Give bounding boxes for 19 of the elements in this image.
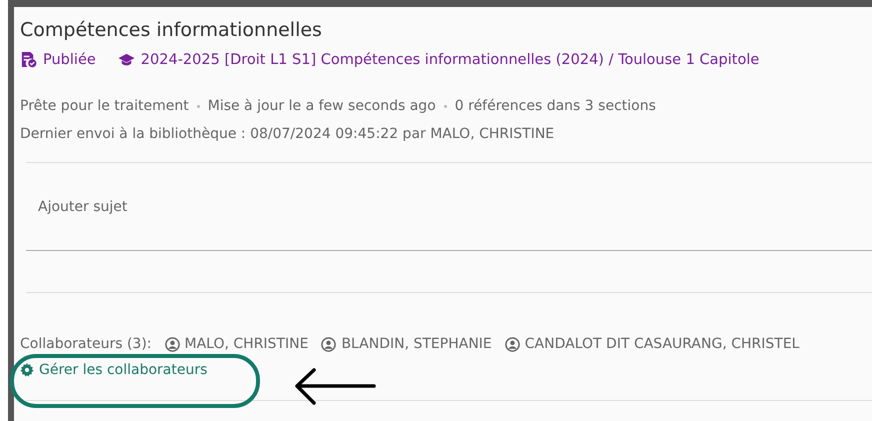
- meta-text: Prête pour le traitement: [20, 98, 189, 114]
- status-label: Publiée: [43, 52, 96, 68]
- graduation-cap-icon: [118, 51, 135, 68]
- subject-field[interactable]: Ajouter sujet: [26, 163, 872, 251]
- course-link[interactable]: 2024-2025 [Droit L1 S1] Compétences informationnelles (2024) / Toulouse 1 Capitole: [140, 52, 760, 68]
- user-icon: [321, 336, 336, 352]
- meta-text: Mise à jour le a few seconds ago: [208, 98, 436, 114]
- collaborator-name: MALO, CHRISTINE: [184, 336, 308, 352]
- gear-icon: [20, 363, 34, 377]
- page-title: Compétences informationnelles: [20, 19, 323, 41]
- user-icon: [164, 336, 180, 352]
- collaborator-name: CANDALOT DIT CASAURANG, CHRISTEL: [524, 336, 800, 352]
- document-check-icon: [20, 51, 37, 68]
- collaborators-label: Collaborateurs (3):: [20, 336, 152, 352]
- collaborator-name: BLANDIN, STEPHANIE: [341, 336, 492, 352]
- user-icon: [504, 336, 520, 352]
- meta-text: 0 références dans 3 sections: [454, 98, 656, 114]
- last-sent-text: Dernier envoi à la bibliothèque : 08/07/2024 09:45:22 par MALO, CHRISTINE: [20, 126, 556, 142]
- manage-collaborators-link[interactable]: Gérer les collaborateurs: [20, 362, 208, 378]
